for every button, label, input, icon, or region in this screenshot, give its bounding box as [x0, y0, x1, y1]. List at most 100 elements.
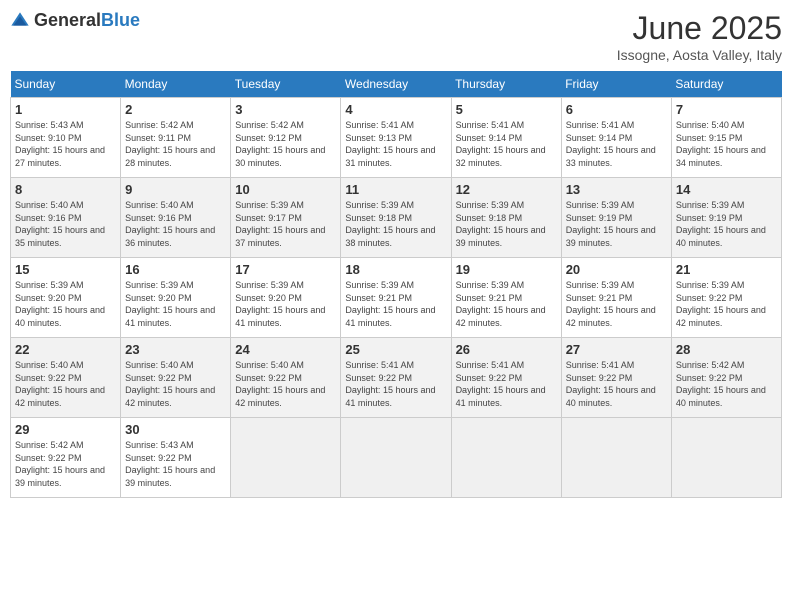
day-number: 3: [235, 102, 336, 117]
day-number: 14: [676, 182, 777, 197]
day-info: Sunrise: 5:39 AMSunset: 9:19 PMDaylight:…: [566, 199, 667, 249]
table-row: 2 Sunrise: 5:42 AMSunset: 9:11 PMDaylight…: [121, 98, 231, 178]
table-row: 21 Sunrise: 5:39 AMSunset: 9:22 PMDayligh…: [671, 258, 781, 338]
table-row: [671, 418, 781, 498]
day-info: Sunrise: 5:39 AMSunset: 9:17 PMDaylight:…: [235, 199, 336, 249]
calendar-row: 29 Sunrise: 5:42 AMSunset: 9:22 PMDayligh…: [11, 418, 782, 498]
day-info: Sunrise: 5:39 AMSunset: 9:20 PMDaylight:…: [125, 279, 226, 329]
day-number: 12: [456, 182, 557, 197]
day-number: 20: [566, 262, 667, 277]
day-info: Sunrise: 5:42 AMSunset: 9:22 PMDaylight:…: [15, 439, 116, 489]
day-number: 13: [566, 182, 667, 197]
day-number: 23: [125, 342, 226, 357]
day-info: Sunrise: 5:42 AMSunset: 9:11 PMDaylight:…: [125, 119, 226, 169]
day-info: Sunrise: 5:41 AMSunset: 9:14 PMDaylight:…: [566, 119, 667, 169]
day-info: Sunrise: 5:40 AMSunset: 9:22 PMDaylight:…: [15, 359, 116, 409]
day-number: 19: [456, 262, 557, 277]
day-info: Sunrise: 5:39 AMSunset: 9:22 PMDaylight:…: [676, 279, 777, 329]
day-number: 1: [15, 102, 116, 117]
table-row: 3Sunrise: 5:42 AMSunset: 9:12 PMDaylight…: [231, 98, 341, 178]
day-info: Sunrise: 5:42 AMSunset: 9:22 PMDaylight:…: [676, 359, 777, 409]
title-area: June 2025 Issogne, Aosta Valley, Italy: [617, 10, 782, 63]
logo-icon: [10, 11, 30, 31]
day-number: 26: [456, 342, 557, 357]
day-number: 8: [15, 182, 116, 197]
day-info: Sunrise: 5:39 AMSunset: 9:19 PMDaylight:…: [676, 199, 777, 249]
day-info: Sunrise: 5:40 AMSunset: 9:16 PMDaylight:…: [125, 199, 226, 249]
table-row: 29 Sunrise: 5:42 AMSunset: 9:22 PMDayligh…: [11, 418, 121, 498]
table-row: 6 Sunrise: 5:41 AMSunset: 9:14 PMDaylight…: [561, 98, 671, 178]
table-row: 23 Sunrise: 5:40 AMSunset: 9:22 PMDayligh…: [121, 338, 231, 418]
day-info: Sunrise: 5:41 AMSunset: 9:22 PMDaylight:…: [345, 359, 446, 409]
day-info: Sunrise: 5:39 AMSunset: 9:21 PMDaylight:…: [345, 279, 446, 329]
day-number: 7: [676, 102, 777, 117]
day-info: Sunrise: 5:40 AMSunset: 9:16 PMDaylight:…: [15, 199, 116, 249]
day-number: 27: [566, 342, 667, 357]
table-row: 10 Sunrise: 5:39 AMSunset: 9:17 PMDayligh…: [231, 178, 341, 258]
table-row: 16 Sunrise: 5:39 AMSunset: 9:20 PMDayligh…: [121, 258, 231, 338]
calendar-row: 15 Sunrise: 5:39 AMSunset: 9:20 PMDayligh…: [11, 258, 782, 338]
day-number: 17: [235, 262, 336, 277]
table-row: 12 Sunrise: 5:39 AMSunset: 9:18 PMDayligh…: [451, 178, 561, 258]
day-number: 21: [676, 262, 777, 277]
table-row: 14 Sunrise: 5:39 AMSunset: 9:19 PMDayligh…: [671, 178, 781, 258]
table-row: [341, 418, 451, 498]
table-row: 11Sunrise: 5:39 AMSunset: 9:18 PMDayligh…: [341, 178, 451, 258]
day-info: Sunrise: 5:39 AMSunset: 9:20 PMDaylight:…: [15, 279, 116, 329]
table-row: 28 Sunrise: 5:42 AMSunset: 9:22 PMDayligh…: [671, 338, 781, 418]
day-info: Sunrise: 5:43 AMSunset: 9:22 PMDaylight:…: [125, 439, 226, 489]
table-row: 1Sunrise: 5:43 AMSunset: 9:10 PMDaylight…: [11, 98, 121, 178]
day-info: Sunrise: 5:39 AMSunset: 9:18 PMDaylight:…: [456, 199, 557, 249]
day-number: 30: [125, 422, 226, 437]
location-title: Issogne, Aosta Valley, Italy: [617, 47, 782, 63]
day-info: Sunrise: 5:41 AMSunset: 9:13 PMDaylight:…: [345, 119, 446, 169]
day-number: 2: [125, 102, 226, 117]
day-info: Sunrise: 5:39 AMSunset: 9:21 PMDaylight:…: [456, 279, 557, 329]
calendar-row: 8 Sunrise: 5:40 AMSunset: 9:16 PMDaylight…: [11, 178, 782, 258]
month-title: June 2025: [617, 10, 782, 47]
header-monday: Monday: [121, 71, 231, 98]
header-wednesday: Wednesday: [341, 71, 451, 98]
logo-blue: Blue: [101, 10, 140, 30]
calendar-row: 22Sunrise: 5:40 AMSunset: 9:22 PMDayligh…: [11, 338, 782, 418]
table-row: 13 Sunrise: 5:39 AMSunset: 9:19 PMDayligh…: [561, 178, 671, 258]
header-thursday: Thursday: [451, 71, 561, 98]
table-row: 17 Sunrise: 5:39 AMSunset: 9:20 PMDayligh…: [231, 258, 341, 338]
day-number: 9: [125, 182, 226, 197]
day-number: 24: [235, 342, 336, 357]
day-number: 15: [15, 262, 116, 277]
calendar-row: 1Sunrise: 5:43 AMSunset: 9:10 PMDaylight…: [11, 98, 782, 178]
day-info: Sunrise: 5:40 AMSunset: 9:22 PMDaylight:…: [125, 359, 226, 409]
day-info: Sunrise: 5:41 AMSunset: 9:22 PMDaylight:…: [456, 359, 557, 409]
table-row: 18Sunrise: 5:39 AMSunset: 9:21 PMDayligh…: [341, 258, 451, 338]
day-number: 29: [15, 422, 116, 437]
day-info: Sunrise: 5:39 AMSunset: 9:20 PMDaylight:…: [235, 279, 336, 329]
day-number: 11: [345, 182, 446, 197]
day-info: Sunrise: 5:40 AMSunset: 9:15 PMDaylight:…: [676, 119, 777, 169]
header-sunday: Sunday: [11, 71, 121, 98]
table-row: 22Sunrise: 5:40 AMSunset: 9:22 PMDayligh…: [11, 338, 121, 418]
table-row: 4 Sunrise: 5:41 AMSunset: 9:13 PMDaylight…: [341, 98, 451, 178]
day-number: 16: [125, 262, 226, 277]
header-tuesday: Tuesday: [231, 71, 341, 98]
logo: GeneralBlue: [10, 10, 140, 31]
day-number: 25: [345, 342, 446, 357]
table-row: [561, 418, 671, 498]
page-header: GeneralBlue June 2025 Issogne, Aosta Val…: [10, 10, 782, 63]
day-number: 10: [235, 182, 336, 197]
day-number: 6: [566, 102, 667, 117]
day-number: 28: [676, 342, 777, 357]
table-row: 20 Sunrise: 5:39 AMSunset: 9:21 PMDayligh…: [561, 258, 671, 338]
day-info: Sunrise: 5:41 AMSunset: 9:14 PMDaylight:…: [456, 119, 557, 169]
table-row: 25 Sunrise: 5:41 AMSunset: 9:22 PMDayligh…: [341, 338, 451, 418]
day-info: Sunrise: 5:41 AMSunset: 9:22 PMDaylight:…: [566, 359, 667, 409]
calendar-header-row: Sunday Monday Tuesday Wednesday Thursday…: [11, 71, 782, 98]
day-info: Sunrise: 5:40 AMSunset: 9:22 PMDaylight:…: [235, 359, 336, 409]
table-row: 8 Sunrise: 5:40 AMSunset: 9:16 PMDaylight…: [11, 178, 121, 258]
table-row: [231, 418, 341, 498]
day-info: Sunrise: 5:39 AMSunset: 9:21 PMDaylight:…: [566, 279, 667, 329]
day-number: 4: [345, 102, 446, 117]
table-row: [451, 418, 561, 498]
day-number: 5: [456, 102, 557, 117]
table-row: 19 Sunrise: 5:39 AMSunset: 9:21 PMDayligh…: [451, 258, 561, 338]
